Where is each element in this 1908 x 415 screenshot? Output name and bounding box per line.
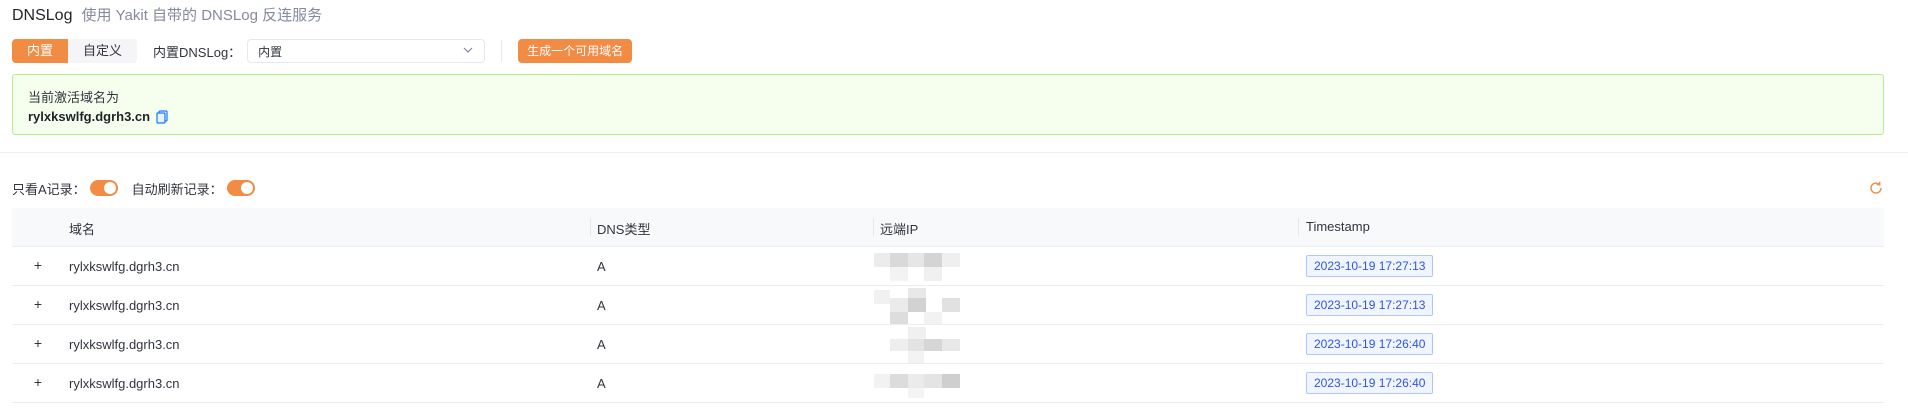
cell-domain: rylxkswlfg.dgrh3.cn [69, 337, 180, 352]
table-row[interactable]: + rylxkswlfg.dgrh3.cn A 2023-10-19 17:26… [12, 325, 1884, 364]
only-a-label: 只看A记录： [12, 181, 86, 197]
page-title: DNSLog [12, 7, 73, 24]
cell-dns-type: A [597, 376, 606, 391]
timestamp-tag: 2023-10-19 17:27:13 [1306, 294, 1434, 316]
cell-dns-type: A [597, 337, 606, 352]
dnslog-select[interactable]: 内置 [247, 39, 486, 63]
table-row[interactable]: + rylxkswlfg.dgrh3.cn A 2023-10-19 17:26… [12, 364, 1884, 403]
cell-dns-type: A [597, 259, 606, 274]
toolbar-divider [501, 40, 503, 62]
column-header-timestamp: Timestamp [1306, 219, 1370, 234]
plus-icon[interactable]: + [31, 258, 45, 272]
dnslog-page: DNSLog 使用 Yakit 自带的 DNSLog 反连服务 内置 自定义 内… [0, 0, 1908, 415]
column-separator [873, 218, 874, 236]
timestamp-tag: 2023-10-19 17:26:40 [1306, 333, 1434, 355]
plus-icon[interactable]: + [31, 375, 45, 389]
plus-icon[interactable]: + [31, 297, 45, 311]
cell-dns-type: A [597, 298, 606, 313]
redacted-ip [874, 366, 984, 400]
redacted-ip [874, 327, 984, 363]
section-divider [0, 152, 1908, 153]
active-domain-label: 当前激活域名为 [28, 90, 120, 105]
active-domain-row: rylxkswlfg.dgrh3.cn [28, 109, 168, 124]
timestamp-tag: 2023-10-19 17:26:40 [1306, 372, 1434, 394]
page-header: DNSLog 使用 Yakit 自带的 DNSLog 反连服务 [12, 4, 322, 26]
cell-domain: rylxkswlfg.dgrh3.cn [69, 259, 180, 274]
cell-domain: rylxkswlfg.dgrh3.cn [69, 298, 180, 313]
segment-builtin[interactable]: 内置 [12, 39, 69, 63]
dnslog-select-value: 内置 [258, 44, 283, 59]
cell-domain: rylxkswlfg.dgrh3.cn [69, 376, 180, 391]
active-domain-alert: 当前激活域名为 rylxkswlfg.dgrh3.cn [12, 74, 1884, 135]
mode-segmented-control: 内置 自定义 [12, 39, 138, 63]
active-domain-value: rylxkswlfg.dgrh3.cn [28, 109, 151, 124]
copy-icon[interactable] [156, 109, 168, 124]
dns-records-table: 域名 DNS类型 远端IP Timestamp + rylxkswlfg.dgr… [12, 208, 1884, 403]
filters-bar: 只看A记录： 自动刷新记录： [12, 179, 269, 197]
plus-icon[interactable]: + [31, 336, 45, 350]
column-header-dns-type: DNS类型 [597, 222, 651, 237]
page-subtitle: 使用 Yakit 自带的 DNSLog 反连服务 [81, 7, 323, 24]
column-separator [1298, 218, 1299, 236]
auto-refresh-label: 自动刷新记录： [131, 181, 223, 197]
timestamp-tag: 2023-10-19 17:27:13 [1306, 255, 1434, 277]
redacted-ip [874, 249, 984, 283]
table-header: 域名 DNS类型 远端IP Timestamp [12, 208, 1884, 247]
segment-custom[interactable]: 自定义 [68, 39, 138, 63]
table-row[interactable]: + rylxkswlfg.dgrh3.cn A 2023-10-19 17:27… [12, 247, 1884, 286]
toolbar: 内置 自定义 内置DNSLog： 内置 生成一个可用域名 [12, 38, 633, 64]
column-separator [590, 218, 591, 236]
column-header-remote-ip: 远端IP [880, 222, 919, 237]
chevron-down-icon [462, 44, 474, 59]
auto-refresh-switch[interactable] [226, 180, 255, 196]
refresh-icon[interactable] [1868, 180, 1884, 196]
redacted-ip [874, 288, 984, 324]
column-header-domain: 域名 [69, 222, 96, 237]
dnslog-select-label: 内置DNSLog： [153, 44, 242, 60]
only-a-switch[interactable] [89, 180, 118, 196]
table-row[interactable]: + rylxkswlfg.dgrh3.cn A 2023-10-19 17:27… [12, 286, 1884, 325]
generate-domain-button[interactable]: 生成一个可用域名 [518, 39, 633, 63]
